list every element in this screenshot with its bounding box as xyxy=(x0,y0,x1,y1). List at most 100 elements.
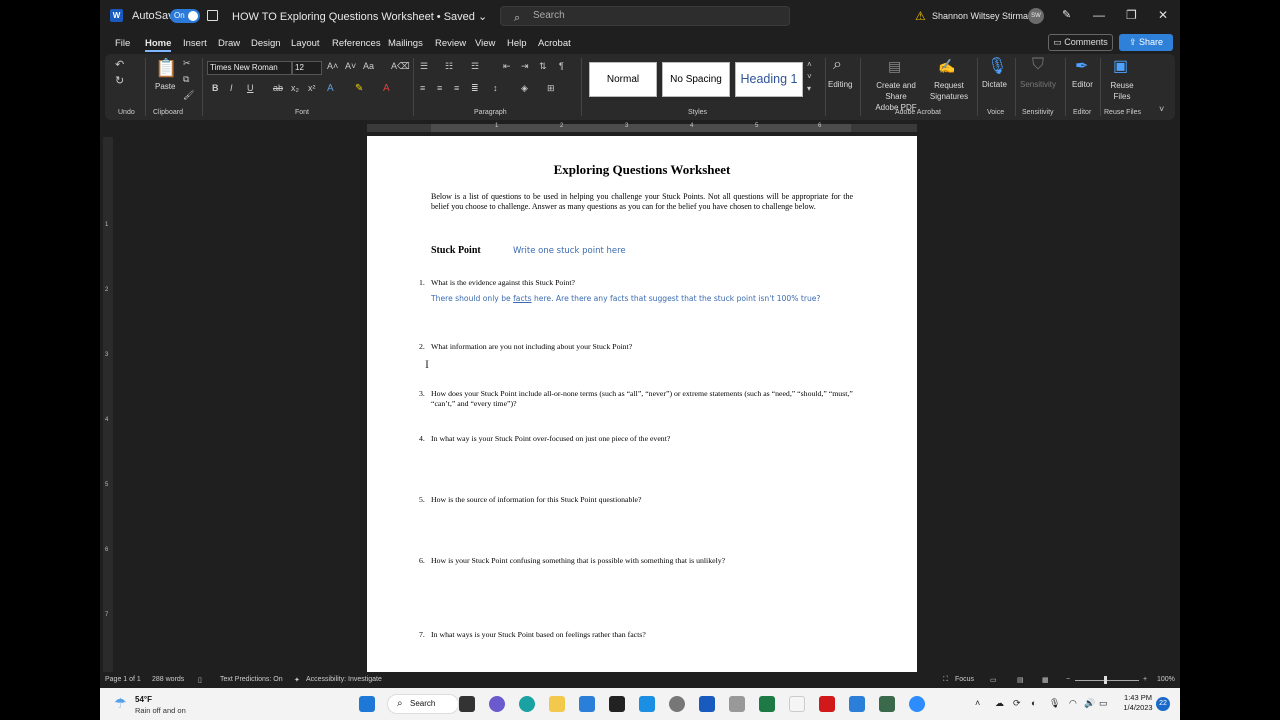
tray-chevron-icon[interactable]: ˄ xyxy=(975,698,980,708)
document-page[interactable]: Exploring Questions Worksheet Below is a… xyxy=(367,136,917,672)
text-effects-icon[interactable]: A xyxy=(327,83,334,94)
sync-icon[interactable]: ⟳ xyxy=(1013,698,1021,709)
dictate-label[interactable]: Dictate xyxy=(982,80,1007,89)
grow-font-icon[interactable]: A˄ xyxy=(327,61,338,71)
style-normal[interactable]: Normal xyxy=(589,62,657,97)
tab-acrobat[interactable]: Acrobat xyxy=(538,38,571,49)
user-name[interactable]: Shannon Wiltsey Stirman xyxy=(932,11,1033,21)
reuse-files-label[interactable]: Reuse Files xyxy=(1105,80,1139,102)
zoom-out-icon[interactable]: − xyxy=(1066,676,1070,683)
accessibility-status[interactable]: Accessibility: Investigate xyxy=(306,676,382,683)
borders-icon[interactable]: ⊞ xyxy=(547,83,555,94)
pilcrow-icon[interactable]: ¶ xyxy=(559,61,564,71)
wifi-icon[interactable]: ◠ xyxy=(1069,698,1077,709)
share-button[interactable]: ⇪ Share xyxy=(1119,34,1173,51)
accessibility-icon[interactable]: ✦ xyxy=(294,676,300,684)
file-explorer-icon[interactable] xyxy=(549,696,565,712)
tab-references[interactable]: References xyxy=(332,38,381,49)
superscript-icon[interactable]: x² xyxy=(308,83,316,93)
sensitivity-icon[interactable]: ⛉ xyxy=(1032,56,1044,74)
multilevel-list-icon[interactable]: ☲ xyxy=(471,61,479,72)
sticky-notes-icon[interactable] xyxy=(609,696,625,712)
tab-layout[interactable]: Layout xyxy=(291,38,320,49)
microphone-icon[interactable]: 🎙 xyxy=(987,56,1007,76)
style-heading-1[interactable]: Heading 1 xyxy=(735,62,803,97)
microphone-tray-icon[interactable]: 🎙 xyxy=(1049,698,1060,709)
cloud-icon[interactable]: ☁ xyxy=(995,698,1004,709)
underline-icon[interactable]: U xyxy=(247,83,254,93)
store-icon[interactable] xyxy=(579,696,595,712)
editing-label[interactable]: Editing xyxy=(828,80,852,89)
bullets-icon[interactable]: ☰ xyxy=(420,61,428,72)
zoom-level[interactable]: 100% xyxy=(1157,676,1175,683)
redo-icon[interactable]: ↻ xyxy=(115,74,124,87)
cut-icon[interactable]: ✂ xyxy=(183,58,191,69)
create-pdf-icon[interactable]: ▤ xyxy=(888,58,901,75)
answer-1-field[interactable]: There should only be facts here. Are the… xyxy=(431,293,855,305)
text-predictions[interactable]: Text Predictions: On xyxy=(220,676,283,683)
settings-gear-icon[interactable] xyxy=(669,696,685,712)
align-right-icon[interactable]: ≡ xyxy=(454,83,459,93)
task-view-icon[interactable] xyxy=(459,696,475,712)
highlight-icon[interactable]: ✎ xyxy=(355,83,363,94)
taskbar-clock[interactable]: 1:43 PM 1/4/2023 xyxy=(1118,693,1158,713)
minimize-icon[interactable]: — xyxy=(1093,8,1105,22)
font-color-icon[interactable]: A xyxy=(383,83,390,94)
tab-mailings[interactable]: Mailings xyxy=(388,38,423,49)
read-mode-icon[interactable]: ▭ xyxy=(990,676,997,684)
weather-temperature[interactable]: 54°F xyxy=(135,695,152,704)
italic-icon[interactable]: I xyxy=(230,83,233,93)
zoom-app-icon[interactable] xyxy=(909,696,925,712)
close-icon[interactable]: ✕ xyxy=(1158,8,1168,22)
subscript-icon[interactable]: x₂ xyxy=(291,83,299,93)
font-name-select[interactable]: Times New Roman xyxy=(207,61,292,75)
screen-tool-icon[interactable] xyxy=(639,696,655,712)
search-box[interactable]: ⌕ Search xyxy=(500,6,790,26)
focus-icon[interactable]: ⛶ xyxy=(943,676,948,684)
strikethrough-icon[interactable]: ab xyxy=(273,83,283,93)
tray-app-icon[interactable]: ◐ xyxy=(1031,698,1036,708)
request-signatures-label[interactable]: Request Signatures xyxy=(927,80,971,102)
paste-icon[interactable]: 📋 xyxy=(155,58,177,79)
focus-label[interactable]: Focus xyxy=(955,676,974,683)
collapse-ribbon-icon[interactable]: ˅ xyxy=(1159,104,1164,114)
style-no-spacing[interactable]: No Spacing xyxy=(662,62,730,97)
autosave-toggle[interactable]: On xyxy=(170,9,200,23)
tab-view[interactable]: View xyxy=(475,38,495,49)
zoom-slider-track[interactable] xyxy=(1075,680,1139,681)
tab-design[interactable]: Design xyxy=(251,38,281,49)
web-layout-icon[interactable]: ▦ xyxy=(1042,676,1049,684)
weather-icon[interactable]: ☂ xyxy=(114,695,127,712)
tab-review[interactable]: Review xyxy=(435,38,466,49)
word-taskbar-icon[interactable] xyxy=(699,696,715,712)
styles-scroll-up-icon[interactable]: ˄ xyxy=(807,60,812,69)
app-icon[interactable] xyxy=(879,696,895,712)
format-painter-icon[interactable]: 🖌 xyxy=(183,90,194,101)
notification-badge[interactable]: 22 xyxy=(1156,697,1170,711)
request-signatures-icon[interactable]: ✍ xyxy=(938,58,955,75)
chat-icon[interactable] xyxy=(489,696,505,712)
edge-icon[interactable] xyxy=(519,696,535,712)
align-left-icon[interactable]: ≡ xyxy=(420,83,425,93)
styles-more-icon[interactable]: ▾ xyxy=(807,84,811,93)
shrink-font-icon[interactable]: A˅ xyxy=(345,61,356,71)
excel-icon[interactable] xyxy=(759,696,775,712)
word-count[interactable]: 288 words xyxy=(152,676,184,683)
warning-icon[interactable]: ⚠ xyxy=(915,9,926,23)
paint-icon[interactable] xyxy=(849,696,865,712)
pen-icon[interactable]: ✎ xyxy=(1062,8,1071,21)
paste-label[interactable]: Paste xyxy=(155,82,175,91)
blank-app-icon[interactable] xyxy=(789,696,805,712)
align-center-icon[interactable]: ≡ xyxy=(437,83,442,93)
numbering-icon[interactable]: ☷ xyxy=(445,61,453,72)
restore-icon[interactable]: ❐ xyxy=(1126,8,1137,22)
save-icon[interactable] xyxy=(207,10,218,21)
weather-description[interactable]: Rain off and on xyxy=(135,706,186,715)
taskbar-search[interactable]: ⌕ Search xyxy=(387,694,459,714)
sort-icon[interactable]: ⇅ xyxy=(539,61,547,72)
styles-scroll-down-icon[interactable]: ˅ xyxy=(807,72,812,81)
page-count[interactable]: Page 1 of 1 xyxy=(105,676,141,683)
tab-home[interactable]: Home xyxy=(145,38,172,52)
shading-icon[interactable]: ◈ xyxy=(521,83,528,94)
change-case-icon[interactable]: Aa xyxy=(363,61,374,71)
